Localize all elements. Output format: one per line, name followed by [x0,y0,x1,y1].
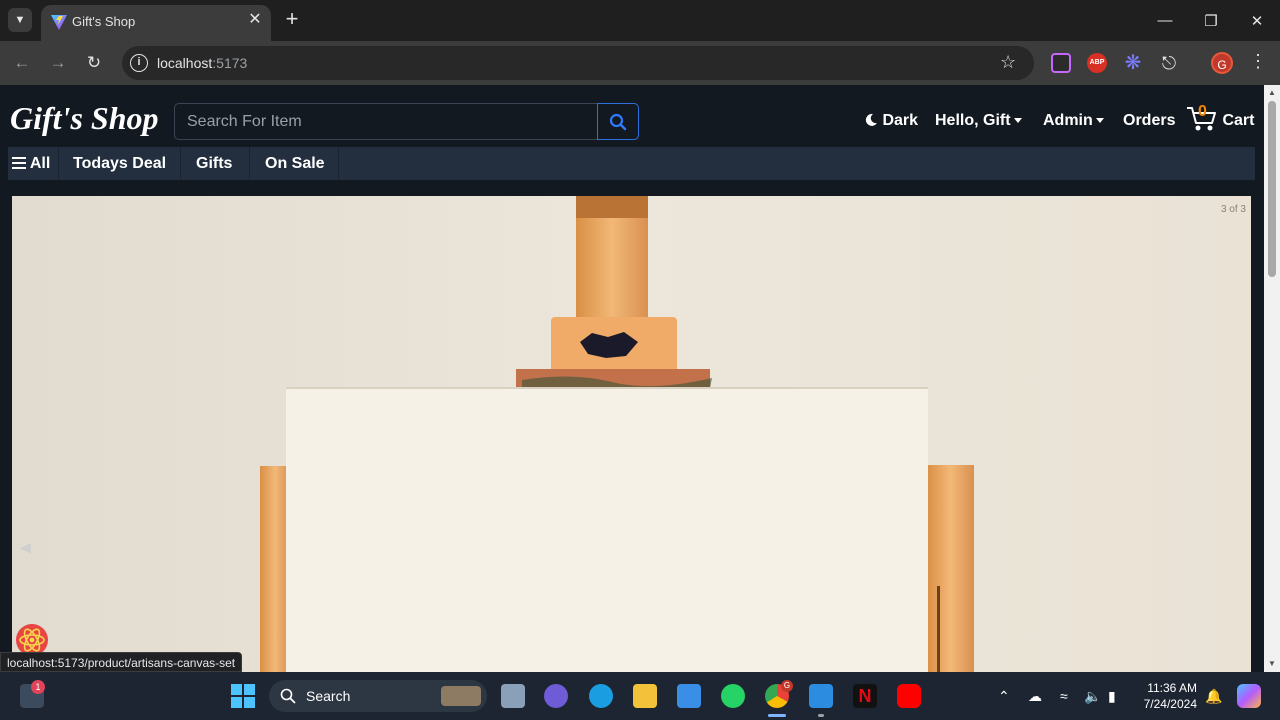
battery-icon[interactable]: ▮ [1108,688,1116,705]
all-menu-button[interactable]: All [8,147,54,180]
extension-gear-icon[interactable]: ❋ [1123,53,1143,73]
vite-favicon-icon [51,15,67,30]
chrome-profile-badge: G [781,680,793,692]
task-view-icon[interactable] [501,684,525,708]
windows-start-icon[interactable] [231,684,255,708]
forward-button[interactable]: → [46,51,70,75]
volume-icon[interactable]: 🔈 [1084,688,1101,705]
nav-item-gifts[interactable]: Gifts [182,147,246,180]
browser-toolbar: ← → ↻ i localhost:5173 ☆ ABP ❋ ⎋ G ⋮ [0,41,1280,85]
onedrive-icon[interactable]: ☁ [1028,688,1042,705]
clock-time[interactable]: 11:36 AM [1135,681,1197,695]
minimize-button[interactable]: — [1142,0,1188,41]
tab-title: Gift's Shop [72,14,136,29]
tab-search-dropdown-icon[interactable]: ▼ [8,8,32,32]
nav-divider [338,147,339,180]
search-input[interactable] [174,103,598,140]
running-app-indicator [818,714,824,717]
extensions-puzzle-icon[interactable]: ⎋ [1159,53,1179,73]
web-page: Gift's Shop Dark Hello, Gift Admin Order… [0,85,1264,672]
site-logo[interactable]: Gift's Shop [10,100,158,137]
hero-carousel[interactable]: 3 of 3 ◀ [12,196,1251,672]
copilot-icon[interactable] [1237,684,1261,708]
reload-button[interactable]: ↻ [82,51,106,75]
moon-icon [865,113,877,126]
microsoft-store-icon[interactable] [677,684,701,708]
chevron-down-icon [1013,118,1022,124]
url-text[interactable]: localhost:5173 [157,55,247,71]
notifications-bell-icon[interactable]: 🔔 [1205,688,1222,705]
carousel-slide-image [12,196,1251,672]
scroll-down-icon[interactable]: ▼ [1268,659,1276,668]
scrollbar-thumb[interactable] [1268,101,1276,277]
bookmark-star-icon[interactable]: ☆ [1000,52,1016,73]
search-highlight-icon [441,686,481,706]
clock-date[interactable]: 7/24/2024 [1135,697,1197,711]
scroll-up-icon[interactable]: ▲ [1268,88,1276,97]
close-window-button[interactable]: ✕ [1234,0,1280,41]
category-navbar: All Todays Deal Gifts On Sale [8,147,1255,180]
taskbar-search[interactable]: Search [269,680,487,712]
address-bar[interactable]: i localhost:5173 ☆ [122,46,1034,80]
dark-mode-toggle[interactable]: Dark [864,112,918,130]
profile-avatar[interactable]: G [1211,52,1233,74]
edge-icon[interactable] [589,684,613,708]
browser-menu-icon[interactable]: ⋮ [1248,51,1268,72]
search-icon [280,688,296,704]
netflix-icon[interactable]: N [853,684,877,708]
chevron-up-icon[interactable]: ⌃ [998,688,1010,705]
adblock-plus-icon[interactable]: ABP [1087,53,1107,73]
chevron-down-icon [1095,118,1104,124]
nav-divider [249,147,250,180]
search-button[interactable] [597,103,639,140]
restore-button[interactable]: ❐ [1188,0,1234,41]
extension-tabs-icon[interactable] [1051,53,1071,73]
windows-taskbar: 1 Search G N ⌃ ☁ ≈ 🔈 ▮ 11:36 AM 7/24/202… [0,672,1280,720]
meet-icon[interactable] [544,684,568,708]
vscode-icon[interactable] [809,684,833,708]
whatsapp-icon[interactable] [721,684,745,708]
file-explorer-icon[interactable] [633,684,657,708]
page-scrollbar[interactable]: ▲ ▼ [1264,85,1280,672]
new-tab-button[interactable]: + [281,8,303,31]
notification-badge: 1 [31,680,45,694]
search-bar [174,103,639,140]
wifi-icon[interactable]: ≈ [1060,688,1068,704]
nav-item-todays-deal[interactable]: Todays Deal [59,147,180,180]
cart-count-badge: 0 [1198,103,1207,120]
nav-item-on-sale[interactable]: On Sale [251,147,339,180]
admin-menu-dropdown[interactable]: Admin [1043,112,1104,130]
site-info-icon[interactable]: i [130,54,148,72]
orders-link[interactable]: Orders [1123,112,1175,130]
carousel-counter: 3 of 3 [1220,204,1246,215]
youtube-icon[interactable] [897,684,921,708]
cart-link[interactable]: Cart [1186,105,1254,133]
back-button[interactable]: ← [10,51,34,75]
nav-divider [180,147,181,180]
user-menu-dropdown[interactable]: Hello, Gift [935,112,1022,130]
hamburger-icon [12,157,26,169]
active-app-indicator [768,714,786,717]
link-status-bar: localhost:5173/product/artisans-canvas-s… [0,652,243,672]
browser-tab[interactable]: Gift's Shop ✕ [41,5,271,41]
carousel-prev-icon[interactable]: ◀ [20,539,32,555]
tab-close-icon[interactable]: ✕ [246,11,264,29]
cart-label: Cart [1222,112,1255,129]
browser-tab-bar: ▼ Gift's Shop ✕ + — ❐ ✕ [0,0,1280,41]
search-icon [609,113,627,130]
